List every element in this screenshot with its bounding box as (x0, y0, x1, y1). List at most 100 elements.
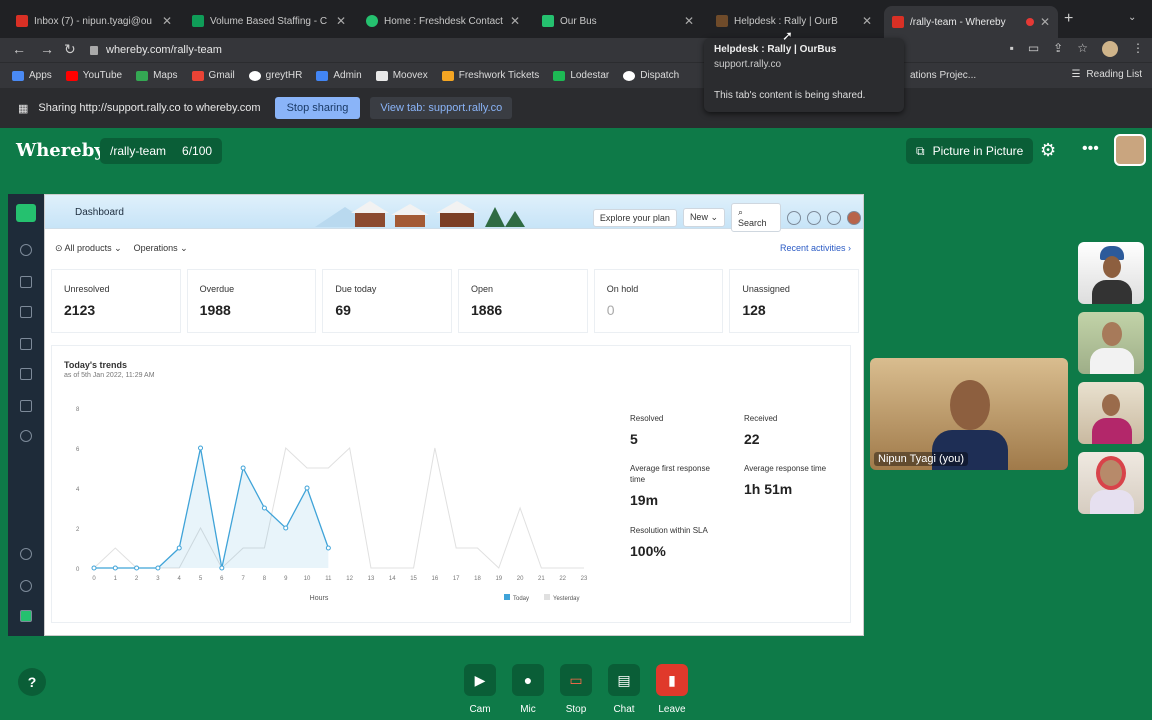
close-icon[interactable]: ✕ (510, 14, 520, 28)
self-video-tile[interactable]: Nipun Tyagi (you) (870, 358, 1068, 470)
new-tab-icon[interactable]: + (1064, 10, 1073, 28)
freshdesk-logo (16, 204, 36, 222)
view-tab-button[interactable]: View tab: support.rally.co (370, 97, 513, 119)
participant-tile[interactable] (1078, 242, 1144, 304)
tickets-icon[interactable] (20, 276, 32, 288)
gmail-icon (16, 15, 28, 27)
chat-button[interactable]: ▤ Chat (604, 664, 644, 715)
stop-share-button[interactable]: ▭ Stop (556, 664, 596, 715)
stat-label-line2: time (630, 475, 646, 484)
browser-tab[interactable]: Volume Based Staffing - C ✕ (184, 8, 354, 34)
room-info: /rally-team 6/100 (100, 138, 223, 164)
bookmark-gmail[interactable]: Gmail (191, 70, 235, 81)
browser-tab[interactable]: Home : Freshdesk Contact ✕ (358, 8, 528, 34)
yesterday-series-line (93, 447, 584, 569)
participant-tile[interactable] (1078, 452, 1144, 514)
phone-icon[interactable] (20, 580, 32, 592)
bookmark-maps[interactable]: Maps (136, 70, 178, 81)
stat-resolved: Resolved 5 (630, 414, 663, 447)
bookmark-dispatch[interactable]: Dispatch (623, 70, 679, 81)
help-icon[interactable] (827, 210, 841, 225)
forward-icon[interactable]: → (40, 41, 54, 57)
bell-icon[interactable] (787, 210, 801, 225)
solutions-icon[interactable] (20, 338, 32, 350)
products-filter[interactable]: ⊙ All products ⌄ (55, 243, 122, 254)
bookmark-apps[interactable]: Apps (12, 70, 52, 81)
group-filter[interactable]: Operations ⌄ (134, 243, 188, 254)
share-icon[interactable]: ⇪ (1053, 41, 1063, 57)
recent-activities-link[interactable]: Recent activities › (780, 243, 851, 253)
close-icon[interactable]: ✕ (1040, 15, 1050, 29)
card-value: 1988 (199, 302, 231, 318)
menu-icon[interactable]: ⋮ (1132, 41, 1144, 57)
user-avatar[interactable] (847, 210, 861, 225)
dashboard-icon[interactable] (20, 244, 32, 256)
products-filter-label: All products (64, 243, 112, 253)
new-button[interactable]: New ⌄ (682, 208, 725, 227)
close-icon[interactable]: ✕ (862, 14, 872, 28)
camera-icon[interactable]: ▪ (1010, 41, 1014, 57)
card-label: On hold (606, 284, 639, 294)
back-icon[interactable]: ← (12, 41, 26, 57)
chevron-down-icon[interactable]: ⌄ (1128, 12, 1136, 23)
screen-share-bar: ▦ Sharing http://support.rally.co to whe… (0, 88, 1152, 128)
browser-tab[interactable]: Inbox (7) - nipun.tyagi@ou ✕ (8, 8, 180, 34)
freshchat-icon[interactable] (20, 610, 32, 622)
stop-sharing-button[interactable]: Stop sharing (274, 97, 361, 119)
close-icon[interactable]: ✕ (162, 14, 172, 28)
reports-icon[interactable] (20, 400, 32, 412)
picture-in-picture-button[interactable]: ⧉ Picture in Picture (906, 138, 1034, 164)
card-value: 0 (606, 302, 615, 318)
participant-tile[interactable] (1078, 312, 1144, 374)
recent-activities-label: Recent activities (779, 243, 846, 253)
card-on-hold[interactable]: On hold 0 (593, 269, 724, 333)
self-avatar[interactable] (1114, 134, 1146, 166)
bookmark-moovex[interactable]: Moovex (375, 70, 428, 81)
browser-tab[interactable]: Our Bus ✕ (534, 8, 702, 34)
bookmark-freshwork-tickets[interactable]: Freshwork Tickets (441, 70, 539, 81)
address-bar[interactable]: whereby.com/rally-team (90, 39, 730, 61)
trends-title: Today's trends (64, 360, 127, 370)
bookmark-greythr[interactable]: greytHR (248, 70, 302, 81)
star-icon[interactable]: ☆ (1077, 41, 1088, 57)
stat-value: 100% (630, 543, 666, 559)
bookmark-admin[interactable]: Admin (316, 70, 362, 81)
card-due-today[interactable]: Due today 69 (322, 269, 453, 333)
knowledge-icon[interactable] (20, 368, 32, 380)
hover-card-note: This tab's content is being shared. (714, 90, 866, 101)
close-icon[interactable]: ✕ (684, 14, 694, 28)
cast-icon[interactable]: ▭ (1028, 41, 1039, 57)
browser-tab-active[interactable]: /rally-team - Whereby ✕ (884, 6, 1058, 38)
bookmark-operations-project[interactable]: ations Projec... (910, 70, 976, 81)
stat-received: Received 22 (744, 414, 777, 447)
gift-icon[interactable] (807, 210, 821, 225)
card-open[interactable]: Open 1886 (458, 269, 588, 333)
search-input[interactable]: ⌕ Search (731, 203, 781, 232)
help-button[interactable]: ? (18, 668, 46, 696)
more-icon[interactable]: ••• (1082, 140, 1099, 158)
bookmark-label: Apps (29, 70, 52, 81)
browser-tab[interactable]: Helpdesk : Rally | OurB ✕ (708, 8, 880, 34)
settings-icon[interactable] (20, 430, 32, 442)
reading-list[interactable]: ☰ Reading List (1071, 69, 1142, 80)
participant-tile[interactable] (1078, 382, 1144, 444)
leave-button[interactable]: ▮ Leave (652, 664, 692, 715)
chat-icon[interactable] (20, 548, 32, 560)
bookmark-lodestar[interactable]: Lodestar (553, 70, 609, 81)
reload-icon[interactable]: ↻ (64, 41, 76, 58)
card-unassigned[interactable]: Unassigned 128 (729, 269, 860, 333)
card-overdue[interactable]: Overdue 1988 (186, 269, 317, 333)
mic-button[interactable]: ● Mic (508, 664, 548, 715)
contacts-icon[interactable] (20, 306, 32, 318)
card-unresolved[interactable]: Unresolved 2123 (51, 269, 181, 333)
cam-button[interactable]: ▶ Cam (460, 664, 500, 715)
x-tick-label: 5 (199, 576, 203, 582)
close-icon[interactable]: ✕ (336, 14, 346, 28)
gear-icon[interactable]: ⚙ (1040, 140, 1056, 161)
bookmark-youtube[interactable]: YouTube (65, 70, 122, 81)
tab-title: Volume Based Staffing - C (210, 15, 328, 27)
profile-avatar[interactable] (1102, 41, 1118, 57)
explore-plan-button[interactable]: Explore your plan (592, 208, 677, 227)
participant-face (1102, 322, 1122, 346)
x-tick-label: 23 (581, 576, 588, 582)
